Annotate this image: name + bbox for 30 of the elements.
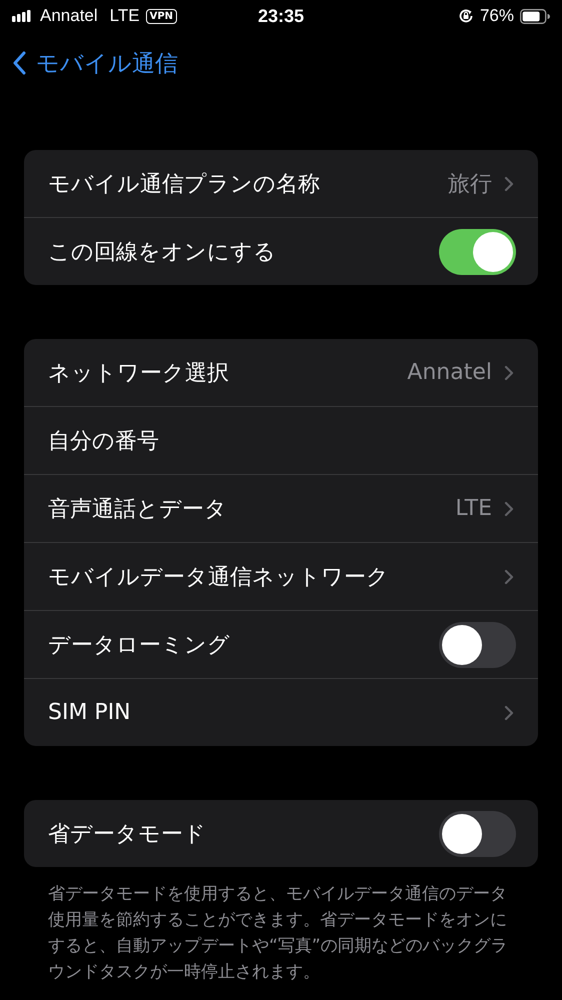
battery-percent: 76%: [480, 6, 514, 26]
row-value: LTE: [455, 496, 492, 521]
row-label: SIM PIN: [48, 700, 131, 725]
row-label: ネットワーク選択: [48, 360, 229, 388]
back-chevron-icon: [12, 51, 26, 75]
back-button[interactable]: モバイル通信: [12, 48, 178, 78]
chevron-icon: [504, 704, 514, 720]
chevron-icon: [504, 568, 514, 584]
battery-icon: [520, 8, 550, 24]
vpn-badge: VPN: [146, 8, 178, 24]
row-label: モバイルデータ通信ネットワーク: [48, 564, 389, 592]
chevron-icon: [504, 500, 514, 516]
carrier-name: Annatel: [40, 6, 98, 26]
row-value: 旅行: [448, 170, 492, 198]
footer-note: 省データモードを使用すると、モバイルデータ通信のデータ使用量を節約することができます。省データモードをオンにすると、自動アップデートや“写真”の同期などのバックグラウンドタスクが一時停止されます。: [48, 883, 508, 984]
row-label: データローミング: [48, 632, 230, 660]
row-label: 音声通話とデータ: [48, 496, 227, 524]
row-label: この回線をオンにする: [48, 238, 276, 266]
toggle-switch[interactable]: [439, 810, 516, 856]
row-value: Annatel: [407, 360, 492, 385]
chevron-icon: [504, 176, 514, 192]
clock-time: 23:35: [258, 6, 304, 26]
row-label: 省データモード: [48, 820, 206, 848]
chevron-icon: [504, 364, 514, 380]
toggle-switch[interactable]: [439, 622, 516, 668]
row-label: 自分の番号: [48, 428, 159, 456]
rotation-lock-icon: [458, 8, 474, 24]
row-label: モバイル通信プランの名称: [48, 170, 320, 198]
network-type: LTE: [110, 6, 140, 26]
toggle-switch[interactable]: [439, 228, 516, 274]
